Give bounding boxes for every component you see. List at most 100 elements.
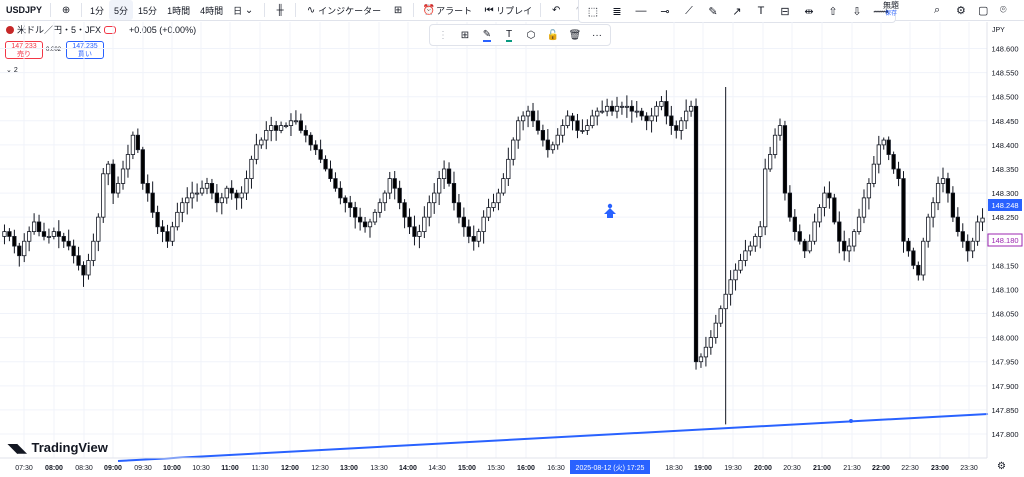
time-tick-label: 09:30 [134,465,152,472]
candle-body [614,105,620,112]
line-color-button[interactable]: ✎ [478,26,496,44]
candle-body [644,115,649,122]
candle-body [955,216,960,233]
time-axis: 07:30 08:00 08:30 09:00 09:30 10:00 10:30 11:00… [15,465,978,472]
time-tick-label: 18:30 [665,465,683,472]
time-tick-label: 16:00 [517,465,535,472]
time-tick-label: 22:00 [872,465,890,472]
time-tick-label: 22:30 [901,465,919,472]
time-tick-label: 10:00 [163,465,181,472]
lock-icon: 🔓 [546,29,560,41]
candle-body [476,231,481,242]
candle-body [743,250,748,261]
candle-body [417,231,422,237]
price-tick-label: 148.500 [991,93,1018,102]
candle-body [288,120,294,126]
time-tick-label: 15:00 [458,465,476,472]
current-price-text: 148.248 [991,201,1018,210]
candle-body [338,187,343,199]
candle-body [422,216,427,233]
candle-body [412,226,417,237]
candle-body [535,120,541,131]
candle-body [787,192,793,218]
candle-body [254,144,259,160]
candle-body [56,231,61,237]
candle-body [323,158,328,170]
candle-body [120,168,126,184]
more-button[interactable]: ··· [588,26,606,44]
settings-button[interactable]: ⬡ [522,26,540,44]
price-tick-label: 147.900 [991,382,1018,391]
candle-body [595,110,600,117]
candle-body [392,178,397,189]
candle-body [674,125,679,131]
candle-body [975,221,980,242]
candle-body [911,250,916,266]
candle-body [313,144,318,151]
candle-body [209,183,215,194]
candle-body [767,154,773,170]
price-chart[interactable]: 148.600 148.550 148.500 148.450 148.400 148.3… [0,0,1024,477]
candle-body [970,240,975,252]
candles-layer [2,87,985,425]
time-tick-label: 20:30 [783,465,801,472]
gear-icon: ⚙ [997,461,1006,472]
drag-handle-icon: ⋮ [438,29,448,41]
candle-body [115,183,121,194]
candle-body [7,231,12,237]
candle-body [609,105,615,112]
text-color-icon: T [505,28,513,42]
text-color-button[interactable]: T [500,26,518,44]
candle-body [91,240,96,261]
candle-body [22,240,27,257]
candle-body [348,202,353,208]
candle-body [906,240,911,252]
candle-body [303,130,308,136]
candle-body [491,202,496,208]
candle-body [649,115,654,122]
candle-body [856,216,862,233]
candle-body [41,231,47,237]
candle-body [264,130,269,141]
template-button[interactable]: ⊞ [456,26,474,44]
candle-body [659,101,664,107]
delete-button[interactable]: 🗑 [566,26,584,44]
candle-body [224,187,229,199]
lock-button[interactable]: 🔓 [544,26,562,44]
candle-body [763,168,768,228]
candle-body [847,245,852,252]
candle-body [229,187,234,194]
crosshair-time-label: 2025-08-12 (火) 17:25 [570,460,650,474]
price-tick-label: 147.800 [991,430,1018,439]
candle-body [81,264,86,276]
candle-body [753,236,758,247]
candle-body [106,163,111,175]
candle-body [175,211,180,228]
candle-body [451,183,457,204]
time-tick-label: 23:30 [960,465,978,472]
candle-body [708,337,713,348]
candle-body [807,240,812,252]
candle-body [140,149,145,184]
time-tick-label: 08:30 [75,465,93,472]
candle-body [76,255,81,266]
candle-body [150,192,155,213]
candle-body [530,110,536,122]
candle-body [545,139,550,151]
drag-handle[interactable]: ⋮ [434,26,452,44]
time-tick-label: 12:30 [311,465,329,472]
candle-body [565,115,570,127]
candle-body [456,202,462,218]
time-tick-label: 09:00 [104,465,122,472]
candle-body [501,178,506,194]
candle-body [679,120,684,131]
time-axis-settings-button[interactable]: ⚙ [997,461,1006,472]
candle-body [634,110,639,113]
tradingview-logo[interactable]: ◥◣ TradingView [8,440,108,455]
candle-body [733,269,738,281]
candle-body [881,139,886,146]
candle-body [367,221,373,228]
candle-body [713,322,718,339]
time-tick-label: 07:30 [15,465,33,472]
time-tick-label: 21:00 [813,465,831,472]
